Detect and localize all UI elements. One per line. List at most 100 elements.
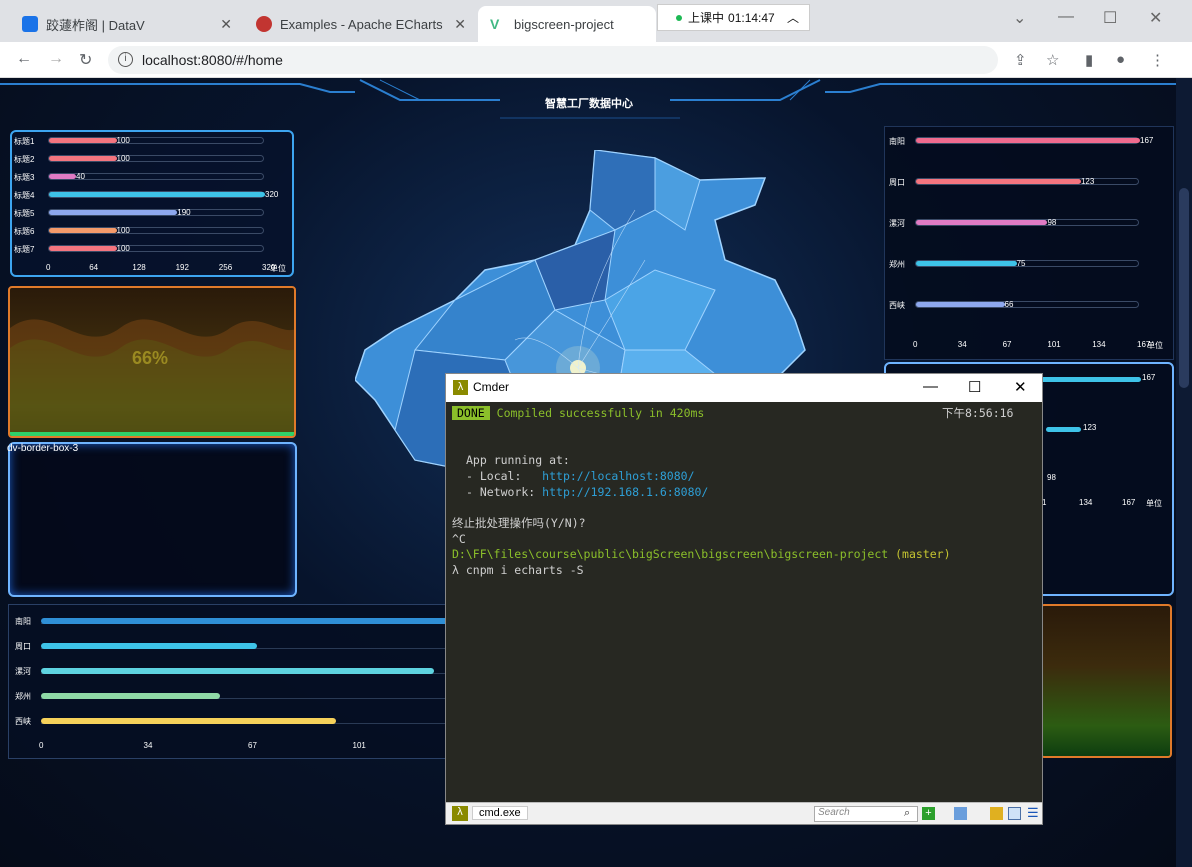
recording-time: 01:14:47 — [728, 10, 775, 25]
axis-tick: 192 — [175, 263, 189, 272]
split-icon[interactable] — [1008, 807, 1021, 820]
right2-value-1: 167 — [1142, 373, 1156, 382]
ctrl-c: ^C — [452, 531, 466, 546]
bar-fill — [49, 210, 178, 215]
recording-status: 上课中 — [688, 11, 725, 25]
terminate-prompt: 终止批处理操作吗(Y/N)? — [452, 515, 586, 530]
search-icon[interactable]: ⌕ — [904, 807, 917, 820]
console-tab[interactable]: cmd.exe — [472, 806, 528, 820]
share-icon[interactable]: ⇪ — [1014, 51, 1027, 69]
right2-value-3: 98 — [1047, 473, 1056, 482]
back-icon[interactable]: ← — [16, 50, 32, 68]
bar-value: 100 — [116, 226, 130, 235]
axis-tick: 67 — [248, 741, 257, 750]
profile-avatar-icon[interactable]: ● — [1116, 51, 1125, 68]
liquid-percentage: 66% — [132, 348, 169, 368]
axis-tick: 0 — [46, 263, 51, 272]
bar-value: 98 — [1047, 218, 1057, 227]
menu-icon[interactable]: ☰ — [1027, 806, 1040, 820]
tab-search-icon[interactable]: ⌄ — [1013, 8, 1026, 28]
app-running-text: App running at: — [466, 453, 570, 468]
bar-fill — [41, 643, 258, 649]
menu-kebab-icon[interactable]: ⋮ — [1150, 51, 1165, 69]
bar-label: 周口 — [889, 178, 905, 187]
new-console-icon[interactable]: + — [922, 807, 935, 820]
tab-bigscreen-label: bigscreen-project — [514, 16, 614, 32]
lock-icon[interactable] — [990, 807, 1003, 820]
console-list-icon[interactable] — [954, 807, 967, 820]
tab-echarts[interactable]: Examples - Apache ECharts ✕ — [244, 6, 476, 42]
chevron-up-icon[interactable]: ︿ — [787, 9, 799, 26]
forward-icon[interactable]: → — [48, 50, 64, 68]
close-tab-icon[interactable]: ✕ — [454, 16, 466, 33]
close-window-icon[interactable]: ✕ — [1149, 8, 1162, 28]
tab-datav[interactable]: 跤蘧柞阁 | DataV ✕ — [10, 6, 242, 42]
info-icon[interactable]: i — [118, 52, 133, 67]
minimize-icon[interactable]: — — [1058, 8, 1074, 26]
axis-tick: 0 — [913, 340, 918, 349]
compiled-message: Compiled successfully in 420ms — [496, 406, 705, 420]
bar-value: 123 — [1080, 177, 1095, 186]
cmder-titlebar[interactable]: λ Cmder — ☐ ✕ — [446, 374, 1042, 402]
bar-label: 标题7 — [14, 245, 35, 254]
bar-label: 周口 — [15, 642, 31, 651]
maximize-icon[interactable]: ☐ — [1103, 8, 1117, 28]
axis-tick: 128 — [132, 263, 146, 272]
reload-icon[interactable]: ↻ — [79, 50, 92, 70]
axis-unit: 单位 — [1147, 341, 1163, 350]
axis-tick: 64 — [89, 263, 99, 272]
bar-fill — [916, 302, 1005, 307]
recording-dot-icon — [676, 14, 682, 21]
url-text: localhost:8080/#/home — [142, 52, 283, 68]
bar-fill — [41, 693, 221, 699]
bar-label: 西峡 — [15, 717, 31, 726]
minimize-icon[interactable]: — — [923, 378, 938, 395]
bookmark-star-icon[interactable]: ☆ — [1046, 51, 1059, 69]
bar-fill — [41, 718, 336, 724]
dashboard-header: 智慧工厂数据中心 — [0, 78, 1176, 124]
bar-label: 标题6 — [14, 227, 35, 236]
bar-value: 100 — [116, 136, 130, 145]
bar-value: 190 — [177, 208, 191, 217]
axis-tick: 256 — [218, 263, 233, 272]
right2-value-2: 123 — [1083, 423, 1097, 432]
bar-value: 100 — [116, 244, 130, 253]
command-line[interactable]: λ cnpm i echarts -S — [452, 563, 584, 577]
side-panel-icon[interactable]: ▮ — [1085, 51, 1093, 69]
bar-fill — [49, 246, 117, 251]
axis-tick: 34 — [143, 741, 153, 750]
right2-unit: 单位 — [1146, 499, 1162, 508]
liquid-bottom-glow — [10, 432, 294, 436]
axis-tick: 67 — [1002, 340, 1012, 349]
bar-label: 南阳 — [15, 617, 31, 626]
address-bar-row: ← → ↻ i localhost:8080/#/home ⇪ ☆ ▮ ● ⋮ — [0, 42, 1192, 78]
bar-label: 漯河 — [889, 219, 905, 228]
bar-value: 167 — [1140, 136, 1154, 145]
bar-fill — [49, 174, 76, 179]
local-url[interactable]: http://localhost:8080/ — [542, 469, 694, 483]
local-label: - Local: — [466, 468, 543, 483]
maximize-icon[interactable]: ☐ — [968, 378, 981, 396]
page-scrollbar[interactable] — [1176, 78, 1192, 867]
scrollbar-thumb[interactable] — [1179, 188, 1189, 388]
tab-bigscreen[interactable]: V bigscreen-project — [478, 6, 656, 42]
cmder-title: Cmder — [473, 380, 510, 394]
bar-fill — [41, 668, 434, 674]
close-tab-icon[interactable]: ✕ — [220, 16, 232, 33]
axis-tick: 134 — [1092, 340, 1106, 349]
git-branch: (master) — [895, 547, 951, 562]
recording-indicator[interactable]: 上课中 01:14:47 ︿ — [657, 4, 810, 31]
cmder-window[interactable]: λ Cmder — ☐ ✕ DONE Compiled successfully… — [445, 373, 1043, 825]
bar-value: 40 — [76, 172, 85, 181]
bar-label: 标题4 — [14, 191, 35, 200]
search-input[interactable]: Search — [814, 806, 918, 822]
address-input[interactable]: i localhost:8080/#/home — [108, 46, 998, 74]
network-url[interactable]: http://192.168.1.6:8080/ — [542, 485, 708, 499]
terminal-output[interactable]: DONE Compiled successfully in 420ms 下午8:5… — [452, 406, 1038, 579]
tab-datav-label: 跤蘧柞阁 | DataV — [46, 17, 145, 33]
bar-label: 西峡 — [889, 301, 905, 310]
axis-tick: 0 — [39, 741, 44, 750]
bar-value: 100 — [116, 154, 130, 163]
close-icon[interactable]: ✕ — [1014, 378, 1027, 396]
lambda-icon: λ — [453, 380, 468, 395]
